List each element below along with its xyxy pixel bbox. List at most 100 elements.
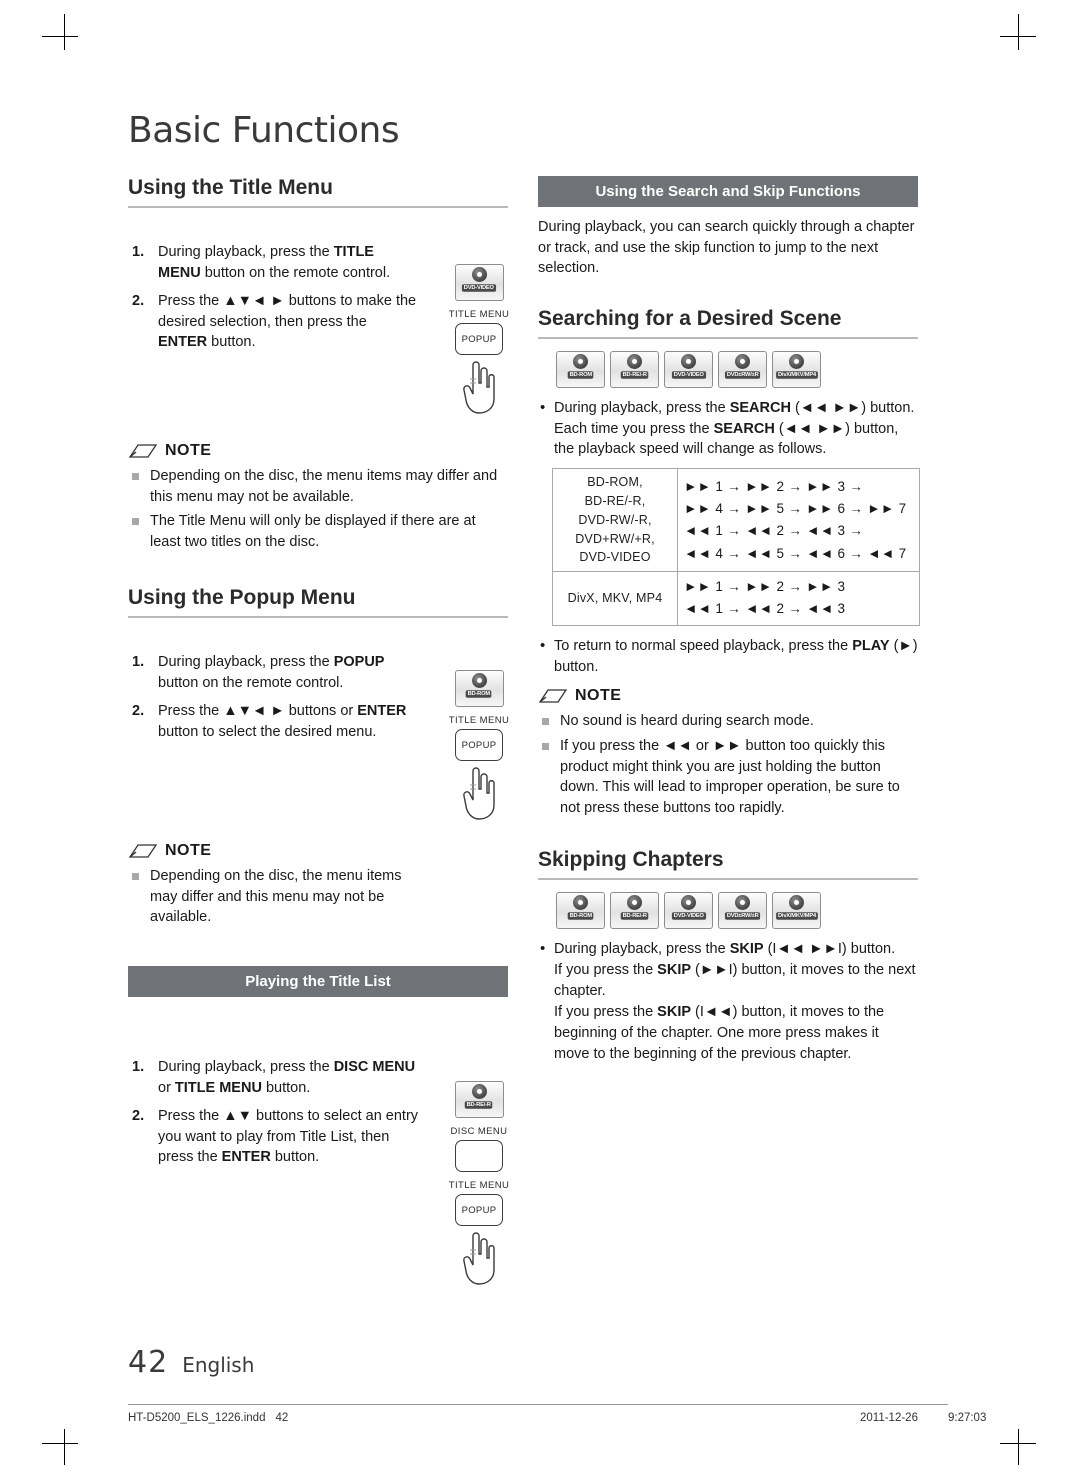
note-label: NOTE: [165, 842, 212, 860]
disc-badge: DivX/MKV/MP4: [772, 350, 821, 388]
list-item: 1. During playback, press the TITLE MENU …: [132, 244, 391, 281]
disc-badge-label: DVD-VIDEO: [671, 912, 706, 921]
section-using-popup-menu: Using the Popup Menu: [128, 586, 508, 619]
hand-pointer-icon: [463, 767, 495, 821]
disc-badge-dvd-video: DVD-VIDEO: [454, 264, 504, 301]
remote-label-title-menu: TITLE MENU: [448, 1180, 510, 1192]
popup-menu-steps: 1. During playback, press the POPUP butto…: [128, 652, 428, 742]
disc-badge: BD-ROM: [556, 350, 605, 388]
disc-badge-label: BD-RE/-R: [465, 1101, 493, 1109]
disc-compat-row-skip: BD-ROM BD-RE/-R DVD-VIDEO DVD±RW/±R DivX…: [556, 892, 918, 930]
note-label: NOTE: [165, 442, 212, 459]
speed-seq: ►► 1 → ►► 2 → ►► 3: [684, 579, 846, 595]
disc-icon: [573, 353, 588, 369]
disc-type: BD-ROM,: [587, 475, 643, 490]
disc-badge: BD-RE/-R: [610, 892, 659, 930]
remote-button-popup[interactable]: POPUP: [455, 323, 503, 355]
remote-label-disc-menu: DISC MENU: [450, 1126, 508, 1138]
list-item: 2. Press the ▲▼◄ ► buttons to make the de…: [132, 293, 417, 351]
searching-scene-bullets-2: To return to normal speed playback, pres…: [538, 635, 918, 678]
section-searching-scene: Searching for a Desired Scene: [538, 307, 918, 339]
left-column: Using the Title Menu DVD-VIDEO TITLE MEN…: [128, 176, 509, 1285]
remote-button-popup[interactable]: POPUP: [455, 729, 503, 762]
table-cell-speed-sequence: ►► 1 → ►► 2 → ►► 3 ◄◄ 1 → ◄◄ 2 → ◄◄ 3: [677, 571, 920, 626]
bullet-text: During playback, press the SKIP (I◄◄ ►►I…: [554, 941, 916, 1062]
hand-pointer-icon: [463, 1232, 495, 1285]
step-text: During playback, press the POPUP button …: [158, 654, 385, 691]
disc-badge: BD-RE/-R: [610, 350, 659, 388]
title-list-steps: 1. During playback, press the DISC MENU o…: [128, 1057, 426, 1168]
disc-icon: [735, 895, 750, 911]
disc-icon: [627, 353, 642, 369]
speed-seq: ◄◄ 1 → ◄◄ 2 → ◄◄ 3 →: [684, 523, 864, 539]
searching-scene-bullets: During playback, press the SEARCH (◄◄ ►►…: [538, 397, 918, 461]
footer-date: 2011-12-26: [860, 1412, 918, 1424]
step-text: Press the ▲▼ buttons to select an entry …: [158, 1108, 419, 1166]
disc-badge-label: DivX/MKV/MP4: [775, 912, 818, 921]
list-item: 1. During playback, press the POPUP butto…: [132, 654, 385, 691]
crop-mark-bottom-right-v: [1018, 1429, 1019, 1465]
note-icon: [128, 443, 158, 458]
footer-time: 9:27:03: [947, 1412, 987, 1424]
disc-type: DVD-VIDEO: [579, 550, 651, 565]
hand-pointer-icon: [463, 361, 495, 414]
disc-badge: DVD-VIDEO: [664, 350, 713, 388]
disc-badge-label: DVD±RW/±R: [724, 370, 761, 379]
title-menu-steps: 1. During playback, press the TITLE MENU …: [128, 242, 418, 353]
disc-badge-label: BD-RE/-R: [620, 370, 649, 379]
disc-icon: [789, 895, 804, 911]
page-footer-number: 42 English: [128, 1345, 254, 1380]
disc-compat-row-search: BD-ROM BD-RE/-R DVD-VIDEO DVD±RW/±R DivX…: [556, 350, 918, 388]
list-item: The Title Menu will only be displayed if…: [128, 511, 508, 552]
section-playing-title-list: Playing the Title List: [128, 966, 508, 998]
chapter-header: Basic Functions: [128, 110, 918, 173]
disc-badge: DVD±RW/±R: [718, 350, 767, 388]
table-row: BD-ROM, BD-RE/-R, DVD-RW/-R, DVD+RW/+R, …: [552, 468, 920, 573]
table-cell-speed-sequence: ►► 1 → ►► 2 → ►► 3 → ►► 4 → ►► 5 → ►► 6 …: [677, 468, 920, 573]
note-list-title-menu: Depending on the disc, the menu items ma…: [128, 466, 508, 552]
bullet-text: During playback, press the SEARCH (◄◄ ►►…: [554, 399, 915, 458]
disc-icon: [735, 353, 750, 369]
step-text: During playback, press the DISC MENU or …: [158, 1059, 416, 1096]
remote-button-disc-menu[interactable]: [455, 1140, 503, 1173]
disc-type: BD-RE/-R,: [584, 494, 646, 509]
list-item: Depending on the disc, the menu items ma…: [128, 466, 508, 507]
section-using-title-menu: Using the Title Menu: [128, 176, 508, 208]
disc-badge-label: BD-ROM: [567, 370, 594, 379]
step-text: Press the ▲▼◄ ► buttons to make the desi…: [158, 293, 417, 351]
disc-badge-bd-re-r: BD-RE/-R: [454, 1081, 504, 1119]
footer-divider: [128, 1404, 948, 1405]
speed-seq: ►► 4 → ►► 5 → ►► 6 → ►► 7: [684, 500, 907, 516]
speed-seq: ►► 1 → ►► 2 → ►► 3 →: [684, 478, 864, 494]
list-item: During playback, press the SEARCH (◄◄ ►►…: [538, 397, 918, 461]
search-skip-body: During playback, you can search quickly …: [538, 219, 915, 277]
note-heading-title-menu: NOTE: [128, 442, 508, 460]
page-language: English: [182, 1353, 255, 1377]
footer-file-page: 42: [275, 1412, 289, 1424]
disc-icon: [471, 267, 487, 282]
table-cell-disc-types: BD-ROM, BD-RE/-R, DVD-RW/-R, DVD+RW/+R, …: [552, 468, 678, 573]
speed-seq: ◄◄ 1 → ◄◄ 2 → ◄◄ 3: [684, 601, 846, 617]
list-item: Depending on the disc, the menu items ma…: [128, 866, 428, 928]
section-skipping-chapters: Skipping Chapters: [538, 848, 918, 881]
table-row: DivX, MKV, MP4 ►► 1 → ►► 2 → ►► 3 ◄◄ 1 →…: [552, 571, 920, 626]
remote-button-popup[interactable]: POPUP: [455, 1194, 503, 1227]
speed-seq: ◄◄ 4 → ◄◄ 5 → ◄◄ 6 → ◄◄ 7: [684, 545, 907, 561]
title-menu-remote-art: DVD-VIDEO TITLE MENU POPUP: [446, 264, 512, 415]
list-item: 1. During playback, press the DISC MENU o…: [132, 1059, 416, 1096]
disc-icon: [573, 895, 588, 911]
footer-file-info: HT-D5200_ELS_1226.indd 42: [128, 1412, 288, 1424]
disc-badge-label: DVD±RW/±R: [724, 912, 761, 921]
disc-badge-label: BD-ROM: [567, 912, 594, 921]
disc-icon: [681, 353, 696, 369]
disc-badge: DivX/MKV/MP4: [772, 892, 821, 930]
disc-icon: [471, 1084, 487, 1100]
note-list-searching: No sound is heard during search mode. If…: [538, 711, 918, 818]
crop-mark-top-left-h: [42, 36, 78, 37]
note-heading-searching: NOTE: [538, 687, 918, 705]
page-title: Basic Functions: [128, 110, 400, 151]
playback-speed-table: BD-ROM, BD-RE/-R, DVD-RW/-R, DVD+RW/+R, …: [552, 468, 920, 626]
note-heading-popup-menu: NOTE: [128, 842, 508, 860]
disc-badge: DVD-VIDEO: [664, 892, 713, 930]
disc-badge-label: BD-RE/-R: [620, 912, 649, 921]
